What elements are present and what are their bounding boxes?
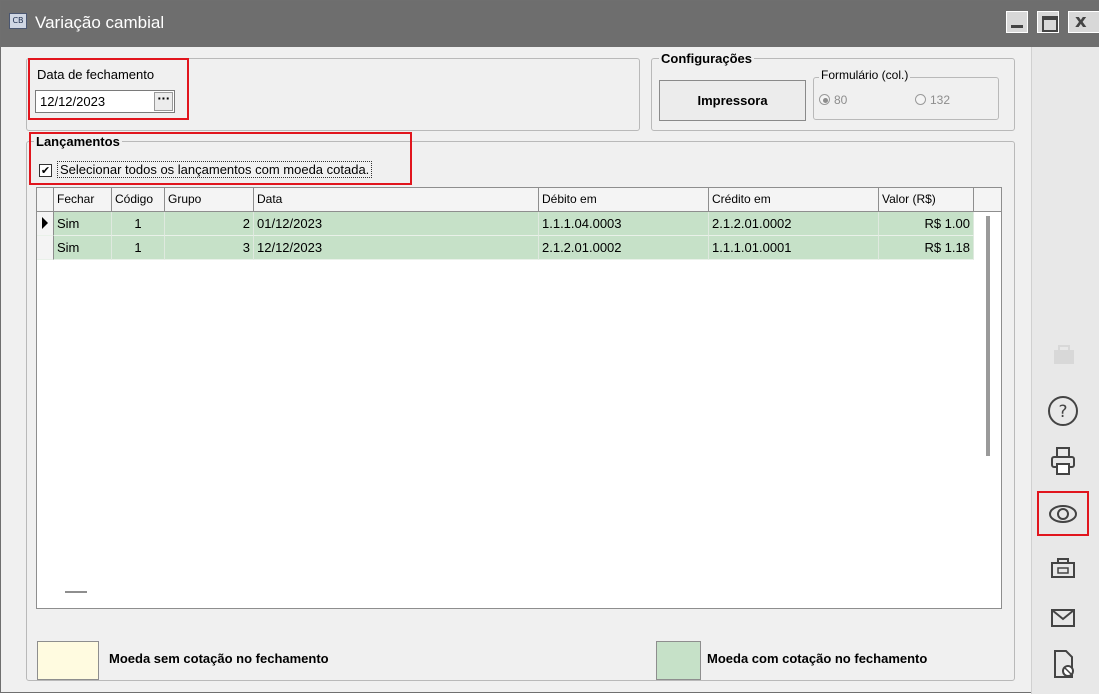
cell-credito[interactable]: 2.1.2.01.0002 (709, 212, 879, 236)
header-data[interactable]: Data (254, 188, 539, 212)
lancamentos-grid[interactable]: Fechar Código Grupo Data Débito em Crédi… (36, 187, 1002, 609)
horizontal-scroll-marker[interactable] (65, 591, 87, 593)
briefcase-icon (1046, 338, 1080, 372)
variacao-cambial-window: CB Variação cambial x Data de fechamento… (0, 0, 1099, 694)
table-row[interactable]: Sim 1 2 01/12/2023 1.1.1.04.0003 2.1.2.0… (37, 212, 1001, 236)
legend-no-quote-label: Moeda sem cotação no fechamento (109, 651, 329, 666)
header-fechar[interactable]: Fechar (54, 188, 112, 212)
radio-132[interactable]: 132 (915, 93, 950, 107)
camera-icon[interactable] (1046, 551, 1080, 585)
cell-valor[interactable]: R$ 1.18 (879, 236, 974, 260)
radio-icon (915, 94, 926, 105)
close-icon: x (1075, 11, 1087, 32)
cell-debito[interactable]: 2.1.2.01.0002 (539, 236, 709, 260)
cell-grupo[interactable]: 3 (165, 236, 254, 260)
row-indicator (37, 212, 54, 236)
close-button[interactable]: x (1068, 11, 1099, 33)
window-title: Variação cambial (35, 13, 165, 32)
printer-icon[interactable] (1046, 444, 1080, 478)
minimize-button[interactable] (1006, 11, 1028, 33)
svg-text:?: ? (1058, 402, 1067, 422)
cell-fechar[interactable]: Sim (54, 212, 112, 236)
header-debito[interactable]: Débito em (539, 188, 709, 212)
cell-debito[interactable]: 1.1.1.04.0003 (539, 212, 709, 236)
radio-80[interactable]: 80 (819, 93, 847, 107)
document-delete-icon[interactable] (1046, 647, 1080, 681)
radio-selected-icon (819, 94, 830, 105)
legend-quote-label: Moeda com cotação no fechamento (707, 651, 928, 666)
config-label: Configurações (659, 51, 755, 66)
row-pointer-icon (42, 217, 48, 229)
grid-header: Fechar Código Grupo Data Débito em Crédi… (37, 188, 1001, 212)
header-indicator (37, 188, 54, 212)
legend-no-quote-swatch (37, 641, 99, 680)
cell-data[interactable]: 12/12/2023 (254, 236, 539, 260)
vertical-scrollbar[interactable] (986, 216, 990, 456)
printer-button[interactable]: Impressora (659, 80, 806, 121)
highlight-preview (1037, 491, 1089, 536)
app-icon: CB (9, 13, 27, 29)
cell-grupo[interactable]: 2 (165, 212, 254, 236)
cell-valor[interactable]: R$ 1.00 (879, 212, 974, 236)
header-codigo[interactable]: Código (112, 188, 165, 212)
highlight-date (28, 58, 189, 120)
legend-quote-swatch (656, 641, 701, 680)
form-label: Formulário (col.) (819, 68, 911, 82)
highlight-lancamentos (29, 132, 412, 185)
header-valor[interactable]: Valor (R$) (879, 188, 974, 212)
cell-data[interactable]: 01/12/2023 (254, 212, 539, 236)
maximize-button[interactable] (1037, 11, 1059, 33)
mail-icon[interactable] (1046, 601, 1080, 635)
header-grupo[interactable]: Grupo (165, 188, 254, 212)
cell-codigo[interactable]: 1 (112, 212, 165, 236)
table-row[interactable]: Sim 1 3 12/12/2023 2.1.2.01.0002 1.1.1.0… (37, 236, 1001, 260)
row-indicator (37, 236, 54, 260)
cell-credito[interactable]: 1.1.1.01.0001 (709, 236, 879, 260)
cell-codigo[interactable]: 1 (112, 236, 165, 260)
title-bar[interactable]: CB Variação cambial x (1, 1, 1099, 47)
cell-fechar[interactable]: Sim (54, 236, 112, 260)
help-icon[interactable]: ? (1046, 394, 1080, 428)
header-credito[interactable]: Crédito em (709, 188, 879, 212)
